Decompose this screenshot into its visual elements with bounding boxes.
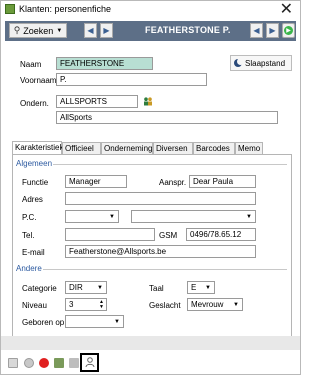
next-icon: ▶ — [103, 26, 110, 35]
record-title: FEATHERSTONE P. — [145, 25, 231, 35]
naam-label: Naam — [20, 60, 42, 69]
first-icon: ◀ — [253, 26, 260, 35]
search-label: Zoeken — [23, 25, 54, 36]
chevron-down-icon: ▼ — [246, 214, 252, 220]
last-record-button[interactable]: ▶ — [266, 23, 279, 38]
chevron-down-icon: ▼ — [205, 285, 211, 291]
contacts-icon[interactable] — [54, 358, 64, 368]
person-button[interactable] — [80, 353, 99, 372]
bottom-toolbar — [1, 353, 300, 374]
functie-field[interactable]: Manager — [65, 175, 127, 188]
tab-barcodes[interactable]: Barcodes — [193, 142, 235, 154]
section-algemeen: Algemeen — [16, 159, 53, 168]
search-icon: ⚲ — [13, 25, 21, 35]
geslacht-value: Mevrouw — [191, 300, 224, 309]
email-field[interactable]: Featherstone@Allsports.be — [65, 245, 256, 258]
divider — [53, 164, 287, 165]
moon-icon — [234, 58, 244, 67]
tab-officieel[interactable]: Officieel — [62, 142, 101, 154]
print-icon[interactable] — [69, 358, 79, 368]
geboren-date-field[interactable]: ▼ — [65, 315, 124, 328]
go-icon: ▶ — [284, 26, 293, 35]
ondern-name-field[interactable]: AllSports — [56, 111, 278, 124]
geboren-label: Geboren op — [22, 318, 65, 327]
niveau-spinner[interactable]: 3 ▲ ▼ — [65, 298, 107, 311]
search-button[interactable]: ⚲ Zoeken ▼ — [9, 23, 67, 38]
adres-field[interactable] — [65, 192, 256, 205]
refresh-icon[interactable] — [24, 358, 34, 368]
chevron-down-icon: ▼ — [233, 302, 239, 308]
save-icon[interactable] — [8, 358, 18, 368]
adres-label: Adres — [22, 195, 43, 204]
close-icon[interactable]: ✕ — [280, 0, 293, 18]
niveau-label: Niveau — [22, 301, 47, 310]
tel-label: Tel. — [22, 231, 35, 240]
categorie-value: DIR — [69, 283, 83, 292]
voornaam-label: Voornaam — [20, 76, 57, 85]
chevron-down-icon: ▼ — [109, 214, 115, 220]
aanspr-label: Aanspr. — [159, 178, 187, 187]
tab-karakteristieken[interactable]: Karakteristieken — [12, 141, 72, 155]
taal-value: E — [191, 283, 197, 292]
geslacht-select[interactable]: Mevrouw ▼ — [187, 298, 243, 311]
window-title: Klanten: personenfiche — [19, 4, 112, 14]
previous-icon: ◀ — [87, 26, 94, 35]
chevron-down-icon: ▼ — [114, 319, 120, 325]
chevron-down-icon: ▼ — [97, 285, 103, 291]
tel-field[interactable] — [65, 228, 155, 241]
gsm-label: GSM — [159, 231, 178, 240]
voornaam-field[interactable]: P. — [56, 73, 207, 86]
ondern-code-field[interactable]: ALLSPORTS — [56, 95, 138, 108]
categorie-select[interactable]: DIR ▼ — [65, 281, 107, 294]
naam-field[interactable]: FEATHERSTONE — [56, 57, 153, 70]
go-button[interactable]: ▶ — [282, 23, 295, 38]
divider — [43, 269, 287, 270]
ondern-label: Ondern. — [20, 99, 49, 108]
next-record-button[interactable]: ▶ — [100, 23, 113, 38]
previous-record-button[interactable]: ◀ — [84, 23, 97, 38]
aanspr-field[interactable]: Dear Paula — [189, 175, 256, 188]
spinner-arrows-icon[interactable]: ▲ ▼ — [99, 300, 104, 310]
status-bar — [1, 336, 300, 350]
categorie-label: Categorie — [22, 284, 57, 293]
app-icon — [5, 4, 15, 14]
last-icon: ▶ — [269, 26, 276, 35]
email-label: E-mail — [22, 248, 45, 257]
chevron-down-icon: ▼ — [56, 27, 63, 34]
taal-select[interactable]: E ▼ — [187, 281, 215, 294]
tab-onderneming[interactable]: Onderneming — [101, 142, 153, 154]
tab-diversen[interactable]: Diversen — [153, 142, 193, 154]
first-record-button[interactable]: ◀ — [250, 23, 263, 38]
section-andere: Andere — [16, 264, 42, 273]
pc-select[interactable]: ▼ — [65, 210, 119, 223]
taal-label: Taal — [149, 284, 164, 293]
window: Klanten: personenfiche ✕ ⚲ Zoeken ▼ ◀ ▶ … — [0, 0, 301, 375]
geslacht-label: Geslacht — [149, 301, 181, 310]
niveau-value: 3 — [69, 300, 74, 309]
functie-label: Functie — [22, 178, 49, 187]
person-icon — [85, 357, 94, 368]
slaapstand-label: Slaapstand — [245, 58, 286, 68]
city-select[interactable]: ▼ — [131, 210, 256, 223]
slaapstand-button[interactable]: Slaapstand — [230, 55, 292, 71]
pc-label: P.C. — [22, 213, 37, 222]
tab-memo[interactable]: Memo — [235, 142, 263, 154]
gsm-field[interactable]: 0496/78.65.12 — [186, 228, 256, 241]
delete-icon[interactable] — [39, 358, 49, 368]
toolbar: ⚲ Zoeken ▼ ◀ ▶ FEATHERSTONE P. ◀ ▶ ▶ — [5, 21, 296, 41]
people-icon[interactable] — [143, 97, 153, 106]
title-bar: Klanten: personenfiche ✕ — [1, 0, 300, 18]
